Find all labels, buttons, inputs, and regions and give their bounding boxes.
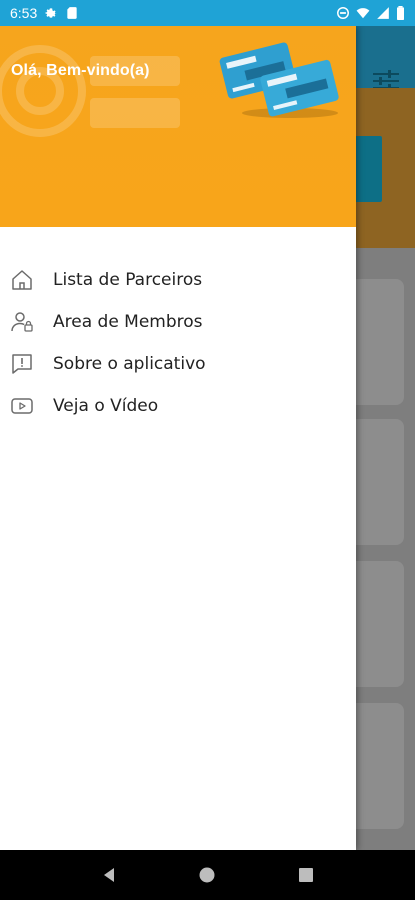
gear-icon [45,8,57,18]
home-button[interactable] [195,863,219,887]
sd-card-icon [67,7,77,19]
membership-cards-illustration [219,42,339,118]
home-circle-icon [199,867,215,883]
drawer-header: Olá, Bem-vindo(a) [0,26,356,227]
signal-icon [377,7,389,19]
do-not-disturb-icon [337,7,349,19]
status-right [336,6,405,20]
menu-item-area-de-membros[interactable]: Area de Membros [0,301,356,343]
menu-item-label: Veja o Vídeo [53,396,159,416]
back-button[interactable] [97,863,121,887]
info-chat-icon [12,354,32,374]
recents-icon [298,868,313,882]
video-play-icon [11,398,33,414]
menu-item-label: Sobre o aplicativo [53,354,206,374]
greeting-text: Olá, Bem-vindo(a) [11,62,150,79]
wifi-icon [356,8,370,19]
status-bar: 6:53 [0,0,415,26]
navigation-drawer: Olá, Bem-vindo(a) Lista de Parceiros Are… [0,26,356,850]
recents-button[interactable] [294,863,318,887]
home-icon [12,270,32,290]
menu-item-label: Lista de Parceiros [53,270,203,290]
menu-item-veja-o-video[interactable]: Veja o Vídeo [0,385,356,427]
logo-watermark-icon [0,45,180,137]
back-icon [104,868,115,882]
status-time: 6:53 [10,5,38,21]
member-icon [11,312,33,332]
status-left: 6:53 [10,5,79,21]
system-navigation-bar [0,850,415,900]
menu-item-lista-de-parceiros[interactable]: Lista de Parceiros [0,259,356,301]
menu-item-sobre-o-aplicativo[interactable]: Sobre o aplicativo [0,343,356,385]
menu-item-label: Area de Membros [53,312,203,332]
battery-icon [397,6,404,20]
